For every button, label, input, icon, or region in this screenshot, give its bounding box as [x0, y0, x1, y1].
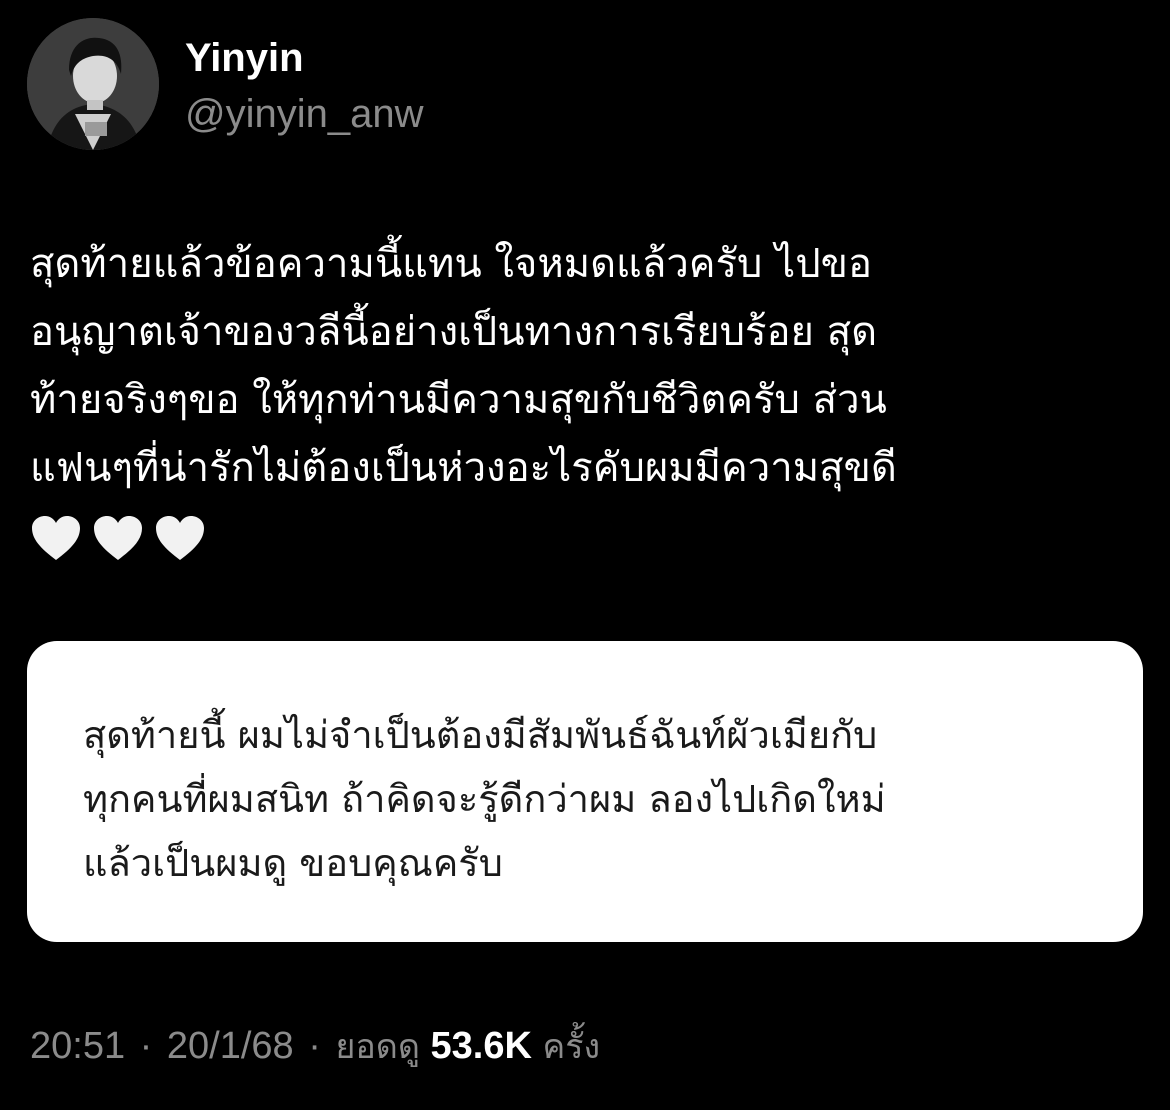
meta-separator: ·	[308, 1025, 321, 1067]
tweet-text: สุดท้ายแล้วข้อความนี้แทน ใจหมดแล้วครับ ไ…	[30, 230, 1145, 566]
avatar[interactable]	[27, 18, 159, 150]
views-suffix: ครั้ง	[542, 1027, 601, 1067]
white-heart-icon	[94, 516, 142, 560]
profile-photo-icon	[27, 18, 159, 150]
tweet-text-line: แฟนๆที่น่ารักไม่ต้องเป็นห่วงอะไรคับผมมีค…	[30, 445, 897, 491]
card-text-line: แล้วเป็นผมดู ขอบคุณครับ	[83, 841, 503, 885]
card-text-line: ทุกคนที่ผมสนิท ถ้าคิดจะรู้ดีกว่าผม ลองไป…	[83, 777, 886, 821]
meta-separator: ·	[139, 1025, 153, 1067]
tweet: Yinyin @yinyin_anw สุดท้ายแล้วข้อความนี้…	[0, 0, 1170, 1110]
tweet-date[interactable]: 20/1/68	[167, 1025, 294, 1067]
tweet-meta: 20:51 · 20/1/68 · ยอดดู 53.6K ครั้ง	[30, 1020, 600, 1073]
display-name[interactable]: Yinyin	[185, 34, 304, 82]
tweet-time[interactable]: 20:51	[30, 1025, 125, 1067]
white-heart-icon	[32, 516, 80, 560]
attached-image-card[interactable]: สุดท้ายนี้ ผมไม่จำเป็นต้องมีสัมพันธ์ฉันท…	[27, 641, 1143, 942]
tweet-text-line: อนุญาตเจ้าของวลีนี้อย่างเป็นทางการเรียบร…	[30, 309, 878, 355]
views-label: ยอดดู	[335, 1027, 420, 1067]
tweet-text-line: สุดท้ายแล้วข้อความนี้แทน ใจหมดแล้วครับ ไ…	[30, 241, 873, 287]
tweet-text-line: ท้ายจริงๆขอ ให้ทุกท่านมีความสุขกับชีวิตค…	[30, 377, 887, 423]
card-text-line: สุดท้ายนี้ ผมไม่จำเป็นต้องมีสัมพันธ์ฉันท…	[83, 713, 878, 757]
user-handle[interactable]: @yinyin_anw	[185, 90, 424, 138]
emoji-row	[30, 510, 1145, 566]
views-count[interactable]: 53.6K	[431, 1025, 532, 1067]
white-heart-icon	[156, 516, 204, 560]
